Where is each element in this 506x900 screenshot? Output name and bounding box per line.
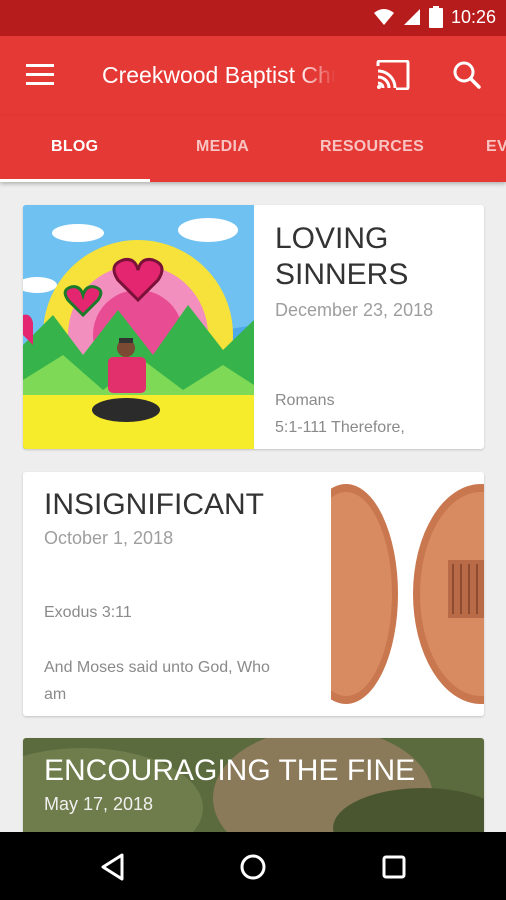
post-card-encouraging[interactable]: ENCOURAGING THE FINE May 17, 2018 (23, 738, 484, 838)
tab-events[interactable]: EVENTS (486, 138, 506, 156)
post-card-loving-sinners[interactable]: LOVING SINNERS December 23, 2018 Romans … (23, 205, 484, 449)
post-card-insignificant[interactable]: INSIGNIFICANT October 1, 2018 Exodus 3:1… (23, 472, 484, 716)
post-excerpt-line2: am (44, 686, 67, 703)
status-icons: 10:26 (373, 6, 496, 28)
post-excerpt-line2: 5:1-111 Therefore, (275, 419, 405, 436)
post-verse: Exodus 3:11 (44, 604, 132, 621)
post-title-line1: LOVING (275, 222, 389, 255)
wifi-icon (373, 9, 394, 25)
tab-resources[interactable]: RESOURCES (320, 138, 424, 156)
post-thumbnail (23, 205, 254, 449)
status-time: 10:26 (450, 6, 496, 27)
back-icon[interactable] (98, 852, 128, 882)
search-icon[interactable] (452, 60, 482, 90)
post-date: October 1, 2018 (44, 528, 174, 548)
menu-icon[interactable] (26, 64, 54, 86)
tab-blog[interactable]: BLOG (51, 138, 98, 156)
post-title-line2: SINNERS (275, 258, 409, 291)
post-excerpt-line1: And Moses said unto God, Who (44, 659, 270, 676)
battery-icon (428, 6, 443, 28)
post-date: December 23, 2018 (275, 300, 434, 320)
home-icon[interactable] (238, 852, 268, 882)
post-title: ENCOURAGING THE FINE (44, 754, 416, 787)
status-bar: 10:26 (0, 0, 506, 36)
post-title: INSIGNIFICANT (44, 488, 265, 521)
tab-media[interactable]: MEDIA (196, 138, 249, 156)
post-excerpt-line1: Romans (275, 392, 335, 409)
tab-bar: BLOG MEDIA RESOURCES EVENTS (0, 116, 506, 182)
post-thumbnail (331, 472, 484, 716)
post-date: May 17, 2018 (44, 794, 154, 814)
cast-icon[interactable] (376, 60, 410, 90)
app-title: Creekwood Baptist Church (102, 62, 336, 88)
signal-icon (403, 9, 420, 25)
app-bar: Creekwood Baptist Church (0, 36, 506, 116)
recents-icon[interactable] (379, 852, 409, 882)
system-nav-bar (0, 832, 506, 900)
tab-indicator (0, 179, 150, 182)
